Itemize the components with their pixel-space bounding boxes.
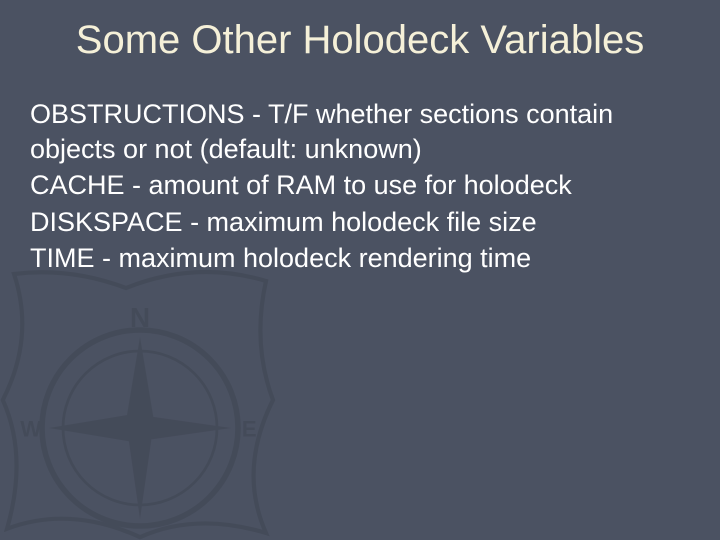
variable-entry: TIME - maximum holodeck rendering time [30, 241, 690, 276]
var-term: OBSTRUCTIONS [30, 99, 245, 129]
variable-entry: OBSTRUCTIONS - T/F whether sections cont… [30, 97, 690, 166]
variable-entry: CACHE - amount of RAM to use for holodec… [30, 168, 690, 203]
var-desc: - amount of RAM to use for holodeck [125, 170, 572, 200]
var-term: DISKSPACE [30, 207, 183, 237]
var-desc: - maximum holodeck rendering time [95, 243, 532, 273]
slide-title: Some Other Holodeck Variables [30, 18, 690, 63]
var-term: CACHE [30, 170, 125, 200]
slide-body: OBSTRUCTIONS - T/F whether sections cont… [30, 97, 690, 276]
variable-entry: DISKSPACE - maximum holodeck file size [30, 205, 690, 240]
var-desc: - maximum holodeck file size [183, 207, 537, 237]
var-term: TIME [30, 243, 95, 273]
slide-container: Some Other Holodeck Variables OBSTRUCTIO… [0, 0, 720, 540]
